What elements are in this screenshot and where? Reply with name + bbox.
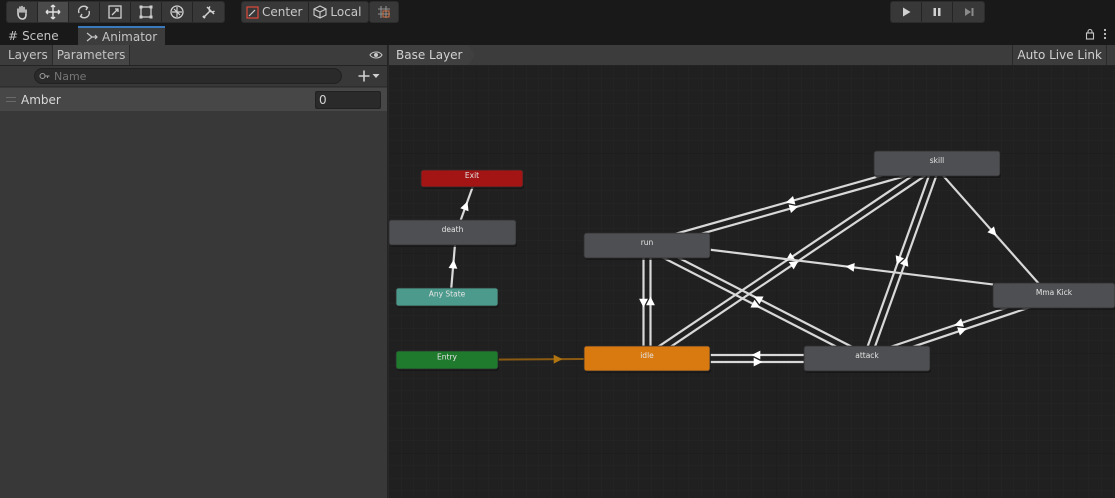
play-icon[interactable] bbox=[891, 2, 922, 22]
state-label: idle bbox=[640, 351, 654, 360]
transform-icon[interactable] bbox=[162, 2, 193, 22]
main-toolbar: Center Local bbox=[0, 0, 1115, 25]
breadcrumb[interactable]: Base Layer bbox=[389, 45, 475, 65]
plus-icon bbox=[358, 70, 370, 82]
state-node-idle[interactable]: idle bbox=[583, 345, 711, 373]
tab-animator[interactable]: Animator bbox=[78, 26, 166, 45]
pivot-center-button[interactable]: Center bbox=[242, 2, 310, 22]
add-parameter-button[interactable] bbox=[358, 70, 380, 82]
move-icon[interactable] bbox=[38, 2, 69, 22]
space-label: Local bbox=[330, 5, 362, 19]
parameter-search-row bbox=[0, 66, 387, 87]
pivot-label: Center bbox=[262, 5, 303, 19]
tab-animator-label: Animator bbox=[102, 29, 158, 44]
tab-scene[interactable]: # Scene bbox=[0, 26, 67, 45]
state-label: run bbox=[641, 238, 654, 247]
custom-tool-icon[interactable] bbox=[193, 2, 224, 22]
drag-handle-icon[interactable] bbox=[6, 97, 16, 102]
state-node-any[interactable]: Any State bbox=[395, 287, 499, 308]
play-group bbox=[890, 1, 985, 23]
step-icon[interactable] bbox=[953, 2, 984, 22]
window-tab-strip: # Scene Animator bbox=[0, 25, 1115, 45]
grid-snap-icon[interactable] bbox=[370, 2, 398, 22]
state-label: death bbox=[442, 225, 464, 234]
graph-canvas[interactable]: Exit death Any State Entry run idle attack skil… bbox=[389, 66, 1115, 498]
state-node-run[interactable]: run bbox=[583, 232, 711, 260]
search-icon bbox=[39, 72, 50, 79]
pause-icon[interactable] bbox=[922, 2, 953, 22]
state-node-entry[interactable]: Entry bbox=[395, 350, 499, 371]
state-label: Exit bbox=[465, 171, 479, 180]
parameters-panel: Layers Parameters Amber bbox=[0, 45, 388, 498]
grid-major bbox=[389, 66, 1115, 498]
tab-layers-label: Layers bbox=[8, 48, 48, 62]
search-field bbox=[34, 68, 342, 84]
breadcrumb-label: Base Layer bbox=[396, 48, 463, 62]
state-machine-graph[interactable]: Exit death Any State Entry run idle attack skil… bbox=[389, 66, 1115, 498]
search-input[interactable] bbox=[54, 69, 324, 83]
state-node-mma[interactable]: Mma Kick bbox=[992, 282, 1115, 310]
pivot-group: Center Local bbox=[241, 1, 369, 23]
graph-header: Base Layer Auto Live Link bbox=[389, 45, 1115, 66]
parameter-row[interactable]: Amber bbox=[0, 88, 387, 111]
auto-live-link-label: Auto Live Link bbox=[1017, 48, 1102, 62]
cube-icon bbox=[313, 5, 327, 19]
tab-parameters[interactable]: Parameters bbox=[52, 45, 131, 65]
tab-scene-label: Scene bbox=[22, 28, 59, 43]
space-local-button[interactable]: Local bbox=[309, 2, 367, 22]
state-node-death[interactable]: death bbox=[389, 219, 517, 247]
parameter-name: Amber bbox=[21, 92, 61, 107]
scale-icon[interactable] bbox=[100, 2, 131, 22]
tab-parameters-label: Parameters bbox=[56, 48, 126, 62]
tab-options bbox=[1085, 28, 1107, 40]
animator-icon bbox=[86, 32, 98, 41]
state-label: skill bbox=[930, 156, 945, 165]
state-label: Entry bbox=[437, 353, 458, 362]
state-node-skill[interactable]: skill bbox=[873, 150, 1001, 178]
hand-icon[interactable] bbox=[7, 2, 38, 22]
eye-icon[interactable] bbox=[369, 45, 387, 65]
rotate-icon[interactable] bbox=[69, 2, 100, 22]
parameter-value-input[interactable] bbox=[315, 90, 381, 109]
hash-icon: # bbox=[8, 28, 19, 43]
kebab-menu-icon[interactable] bbox=[1103, 28, 1107, 40]
chevron-down-icon bbox=[372, 74, 380, 78]
lock-icon[interactable] bbox=[1085, 28, 1095, 40]
state-label: Mma Kick bbox=[1036, 288, 1073, 297]
rect-icon[interactable] bbox=[131, 2, 162, 22]
parameters-empty-area bbox=[0, 111, 387, 498]
panel-tabs: Layers Parameters bbox=[0, 45, 387, 66]
state-label: Any State bbox=[429, 290, 466, 299]
tool-group bbox=[6, 1, 225, 23]
snap-group bbox=[369, 1, 399, 23]
tab-layers[interactable]: Layers bbox=[0, 45, 53, 65]
auto-live-link-button[interactable]: Auto Live Link bbox=[1012, 45, 1107, 65]
state-label: attack bbox=[855, 351, 879, 360]
state-node-attack[interactable]: attack bbox=[803, 345, 931, 373]
state-node-exit[interactable]: Exit bbox=[420, 169, 524, 189]
pivot-icon bbox=[246, 5, 259, 19]
